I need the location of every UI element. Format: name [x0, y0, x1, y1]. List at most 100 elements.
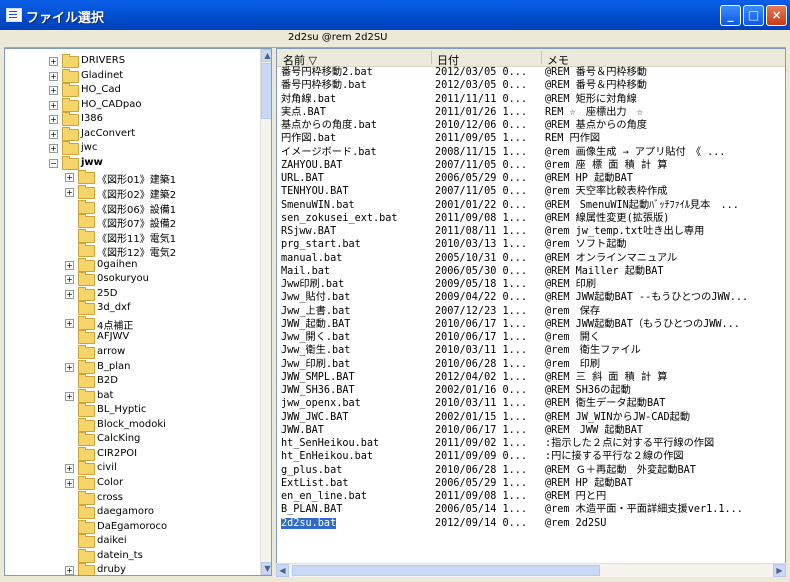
- file-row[interactable]: Jww印刷.bat 2009/05/18 1... @REM 印刷: [277, 279, 785, 290]
- expand-icon[interactable]: +: [49, 57, 58, 66]
- maximize-button[interactable]: □: [743, 5, 764, 26]
- file-row[interactable]: RSjww.BAT 2011/08/11 1... @rem jw_temp.txt…: [277, 226, 785, 237]
- title-bar[interactable]: ファイル選択 _ □ ×: [0, 0, 790, 30]
- expand-icon[interactable]: +: [49, 86, 58, 96]
- file-row[interactable]: Jww_上書.bat 2007/12/23 1... @rem 保存: [277, 306, 785, 317]
- expand-icon[interactable]: +: [65, 289, 74, 299]
- file-row[interactable]: prg_start.bat 2010/03/13 1... @rem ソフト起動: [277, 239, 785, 250]
- column-header-memo[interactable]: メモ: [547, 52, 569, 68]
- folder-icon: [78, 199, 95, 214]
- file-row[interactable]: B_PLAN.BAT 2006/05/14 1... @rem 木造平面・平面詳細支…: [277, 504, 785, 515]
- tree-item-label: druby: [97, 564, 127, 576]
- file-row[interactable]: 対角線.bat 2011/11/11 0... @REM 矩形に対角線: [277, 94, 785, 105]
- file-row[interactable]: 基点からの角度.bat 2010/12/06 0... @REM 基点からの角度: [277, 120, 785, 131]
- file-row[interactable]: Jww_貼付.bat 2009/04/22 0... @REM JWW起動BAT -…: [277, 292, 785, 303]
- file-row[interactable]: en_en_line.bat 2011/09/08 1... @REM 円と円: [277, 491, 785, 502]
- file-select-window: ファイル選択 _ □ × 2d2su @rem 2d2SU ▲ ▼ + DRIVE…: [0, 0, 790, 582]
- folder-icon: [78, 563, 95, 575]
- file-row[interactable]: 円作図.bat 2011/09/05 1... REM 円作図: [277, 133, 785, 144]
- file-name: prg_start.bat: [281, 239, 361, 251]
- expand-icon[interactable]: +: [65, 187, 74, 197]
- file-date: 2012/09/14 0...: [435, 517, 528, 529]
- expand-icon[interactable]: +: [65, 464, 74, 474]
- file-row[interactable]: Jww_印刷.bat 2010/06/28 1... @rem 印刷: [277, 359, 785, 370]
- file-row[interactable]: 番号円枠移動.bat 2012/03/05 0... @REM 番号＆円枠移動: [277, 80, 785, 91]
- expand-icon[interactable]: +: [65, 566, 74, 575]
- file-row[interactable]: Mail.bat 2006/05/30 0... @REM Mailler 起動BA…: [277, 266, 785, 277]
- expand-icon[interactable]: +: [49, 71, 58, 81]
- column-divider[interactable]: [541, 51, 542, 64]
- tree-item-label: 25D: [97, 287, 118, 299]
- tree-item-label: bat: [97, 389, 114, 401]
- folder-tree[interactable]: ▲ ▼ + DRIVERS + Gladinet + HO_Cad + HO_CADpao + I…: [4, 48, 272, 576]
- file-memo: @REM JWW起動BAT（もうひとつのJWW...: [545, 318, 740, 330]
- folder-icon: [62, 54, 79, 68]
- scroll-right-icon[interactable]: ▶: [773, 564, 786, 577]
- expand-icon[interactable]: +: [65, 362, 74, 372]
- file-row[interactable]: Jww_衛生.bat 2010/03/11 1... @rem 衛生ファイル: [277, 345, 785, 356]
- folder-icon: [62, 155, 79, 170]
- file-row[interactable]: manual.bat 2005/10/31 0... @REM オンラインマニュアル: [277, 253, 785, 264]
- expand-icon[interactable]: +: [65, 318, 74, 328]
- file-date: 2010/12/06 0...: [435, 120, 528, 131]
- file-row[interactable]: ExtList.bat 2006/05/29 1... @REM HP 起動BAT: [277, 478, 785, 489]
- file-row[interactable]: sen_zokusei_ext.bat 2011/09/08 1... @REM 線…: [277, 213, 785, 224]
- file-row[interactable]: ht_SenHeikou.bat 2011/09/02 1...:指示した２点に対…: [277, 438, 785, 449]
- file-list[interactable]: 名前 ▽ 日付 メモ 番号円枠移動2.bat 2012/03/05 0... @RE…: [276, 48, 786, 576]
- folder-icon: [78, 505, 95, 520]
- tree-item-label: daikei: [97, 535, 127, 547]
- scroll-down-icon[interactable]: ▼: [261, 562, 271, 575]
- expand-icon[interactable]: +: [49, 115, 58, 125]
- tree-item-label: CalcKing: [97, 433, 141, 445]
- file-row[interactable]: jww_openx.bat 2010/03/11 1... @REM 衛生データ起動…: [277, 398, 785, 409]
- file-row[interactable]: JWW_起動.BAT 2010/06/17 1... @REM JWW起動BAT（も…: [277, 319, 785, 330]
- file-row[interactable]: JWW_JWC.BAT 2002/01/15 1... @REM JW_WINからJ…: [277, 412, 785, 423]
- expand-icon[interactable]: +: [65, 478, 74, 488]
- expand-icon[interactable]: +: [49, 100, 58, 110]
- file-row[interactable]: URL.BAT 2006/05/29 0... @REM HP 起動BAT: [277, 173, 785, 184]
- column-divider[interactable]: [431, 51, 432, 64]
- file-memo: @REM 印刷: [545, 279, 597, 290]
- minimize-button[interactable]: _: [720, 5, 741, 26]
- file-row[interactable]: 番号円枠移動2.bat 2012/03/05 0... @REM 番号＆円枠移動: [277, 67, 785, 78]
- tree-item-label: civil: [97, 462, 117, 474]
- expand-icon[interactable]: +: [65, 275, 74, 285]
- scroll-up-icon[interactable]: ▲: [261, 49, 271, 62]
- tree-vertical-scrollbar[interactable]: ▲ ▼: [260, 49, 271, 575]
- tree-scroll-thumb[interactable]: [261, 63, 271, 119]
- folder-icon: [78, 490, 95, 505]
- close-button[interactable]: ×: [766, 5, 787, 26]
- file-row[interactable]: Jww_開く.bat 2010/06/17 1... @rem 開く: [277, 332, 785, 343]
- file-row[interactable]: ht_EnHeikou.bat 2011/09/09 0...:円に接する平行な２…: [277, 451, 785, 462]
- file-row[interactable]: イメージボード.bat 2008/11/15 1... @rem 画像生成 → アプ…: [277, 147, 785, 158]
- folder-icon: [78, 461, 95, 476]
- list-scroll-thumb[interactable]: [292, 565, 600, 576]
- expand-icon[interactable]: +: [65, 173, 74, 183]
- scroll-left-icon[interactable]: ◀: [276, 564, 289, 577]
- file-row[interactable]: ZAHYOU.BAT 2007/11/05 0... @rem 座 標 面 積 計 …: [277, 160, 785, 171]
- file-name: 円作図.bat: [281, 133, 337, 145]
- file-row[interactable]: g_plus.bat 2010/06/28 1... @REM Ｇ＋再起動 外変起動…: [277, 465, 785, 476]
- file-row[interactable]: JWW_SH36.BAT 2002/01/16 0... @REM SH36の起動: [277, 385, 785, 396]
- folder-icon: [78, 257, 95, 272]
- file-row[interactable]: 2d2su.bat 2012/09/14 0... @rem 2d2SU: [277, 517, 785, 529]
- file-row[interactable]: SmenuWIN.bat 2001/01/22 0... @REM SmenuWIN…: [277, 200, 785, 211]
- list-horizontal-scrollbar[interactable]: ◀ ▶: [276, 563, 786, 577]
- tree-item-label: 0sokuryou: [97, 273, 149, 285]
- expand-icon[interactable]: +: [65, 260, 74, 270]
- file-memo: @rem 座 標 面 積 計 算: [545, 159, 668, 171]
- column-header-name[interactable]: 名前 ▽: [283, 52, 317, 68]
- collapse-icon[interactable]: −: [49, 158, 58, 168]
- expand-icon[interactable]: +: [49, 129, 58, 139]
- file-row[interactable]: JWW.BAT 2010/06/17 1... @REM JWW 起動BAT: [277, 425, 785, 436]
- expand-icon[interactable]: +: [65, 391, 74, 401]
- expand-icon[interactable]: +: [49, 144, 58, 154]
- folder-icon: [78, 388, 95, 403]
- file-row[interactable]: 実点.BAT 2011/01/26 1... REM ☆ 座標出力 ☆: [277, 107, 785, 118]
- column-header-date[interactable]: 日付: [437, 52, 459, 68]
- tree-item-label: JacConvert: [81, 127, 136, 139]
- file-memo: @REM 円と円: [545, 491, 607, 502]
- tree-item-label: cross: [97, 491, 123, 503]
- file-row[interactable]: JWW_SMPL.BAT 2012/04/02 1... @REM 三 斜 面 積 …: [277, 372, 785, 383]
- file-row[interactable]: TENHYOU.BAT 2007/11/05 0... @rem 天空率比較表枠作成: [277, 186, 785, 197]
